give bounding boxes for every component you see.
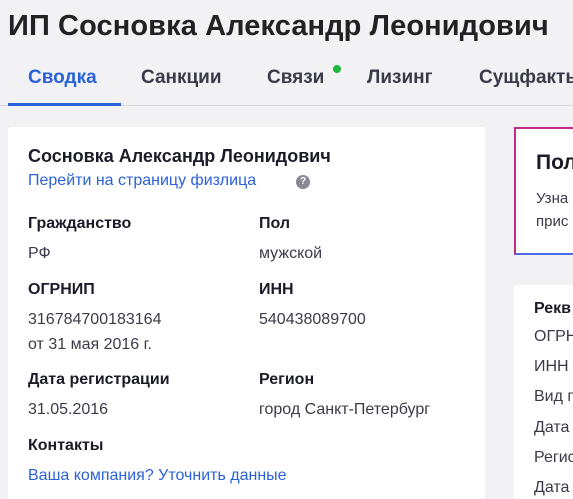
- ogrnip-label: ОГРНИП: [28, 281, 95, 298]
- summary-card: Сосновка Александр Леонидович Перейти на…: [8, 127, 485, 499]
- tab-summary[interactable]: Сводка: [28, 67, 97, 89]
- region-value: город Санкт-Петербург: [259, 401, 431, 418]
- new-activity-dot: [333, 65, 341, 73]
- page-header: ИП Сосновка Александр Леонидович Сводка …: [0, 0, 573, 107]
- person-page-link[interactable]: Перейти на страницу физлица: [28, 172, 256, 190]
- requisites-item: Дата: [534, 479, 570, 496]
- promo-card[interactable]: Пол Узна прис: [514, 127, 573, 255]
- tab-material-facts[interactable]: Сущфакты: [479, 67, 573, 89]
- help-icon[interactable]: ?: [296, 175, 310, 189]
- ogrnip-value: 316784700183164: [28, 311, 162, 328]
- active-tab-indicator: [8, 103, 121, 106]
- inn-label: ИНН: [259, 281, 294, 298]
- promo-title: Пол: [536, 151, 573, 174]
- requisites-title: Рекв: [534, 300, 572, 317]
- citizenship-value: РФ: [28, 245, 51, 262]
- update-data-link[interactable]: Ваша компания? Уточнить данные: [28, 467, 287, 485]
- registration-date-value: 31.05.2016: [28, 401, 109, 418]
- requisites-item: Дата: [534, 419, 570, 436]
- person-name: Сосновка Александр Леонидович: [28, 146, 331, 166]
- tab-leasing[interactable]: Лизинг: [367, 67, 433, 89]
- requisites-item: ОГРН: [534, 328, 573, 345]
- requisites-card: Рекв ОГРН ИНН Вид п Дата Регис Дата: [514, 285, 573, 499]
- tab-sanctions[interactable]: Санкции: [141, 67, 222, 89]
- sex-value: мужской: [259, 245, 323, 262]
- requisites-item: Вид п: [534, 388, 573, 405]
- page-title: ИП Сосновка Александр Леонидович: [8, 10, 549, 42]
- promo-text-line: Узна: [536, 190, 569, 207]
- citizenship-label: Гражданство: [28, 215, 132, 232]
- sex-label: Пол: [259, 215, 291, 232]
- tab-bar: Сводка Санкции Связи Лизинг Сущфакты: [0, 58, 573, 106]
- inn-value: 540438089700: [259, 311, 366, 328]
- requisites-item: ИНН: [534, 358, 569, 375]
- region-label: Регион: [259, 371, 315, 388]
- tab-connections[interactable]: Связи: [267, 67, 324, 89]
- ogrnip-date: от 31 мая 2016 г.: [28, 336, 152, 353]
- promo-text-line: прис: [536, 213, 569, 230]
- requisites-item: Регис: [534, 449, 573, 466]
- registration-date-label: Дата регистрации: [28, 371, 170, 388]
- contacts-label: Контакты: [28, 437, 104, 454]
